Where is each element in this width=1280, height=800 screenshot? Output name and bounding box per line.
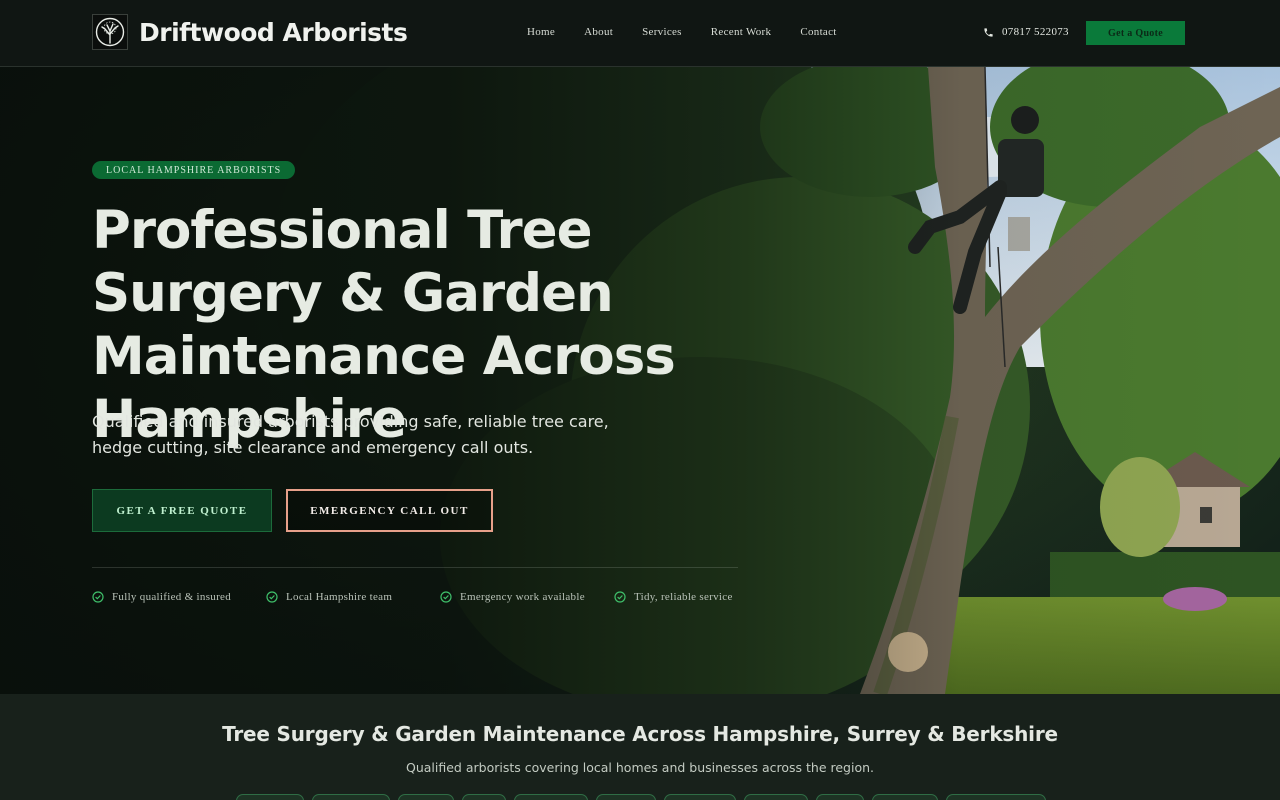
phone-icon xyxy=(984,27,993,37)
nav-about[interactable]: About xyxy=(584,26,613,38)
trust-label: Fully qualified & insured xyxy=(112,591,232,603)
hero-section: LOCAL HAMPSHIRE ARBORISTS Professional T… xyxy=(0,67,1280,694)
area-tag[interactable] xyxy=(664,794,736,800)
trust-label: Local Hampshire team xyxy=(286,591,393,603)
area-tag[interactable] xyxy=(236,794,304,800)
area-tag[interactable] xyxy=(816,794,864,800)
area-tag[interactable] xyxy=(312,794,390,800)
nav-home[interactable]: Home xyxy=(527,26,555,38)
hero-subhead: Qualified and insured arborists providin… xyxy=(92,412,609,457)
nav-contact[interactable]: Contact xyxy=(800,26,836,38)
trust-label: Tidy, reliable service xyxy=(634,591,733,603)
phone-number: 07817 522073 xyxy=(1002,26,1069,38)
nav-recent-work[interactable]: Recent Work xyxy=(711,26,772,38)
area-tag[interactable] xyxy=(596,794,656,800)
emergency-call-out-button[interactable]: EMERGENCY CALL OUT xyxy=(286,489,493,532)
trust-list: Fully qualified & insured Local Hampshir… xyxy=(92,591,764,603)
free-quote-button[interactable]: GET A FREE QUOTE xyxy=(92,489,272,532)
tree-logo-icon xyxy=(92,14,128,50)
site-header: Driftwood Arborists Home About Services … xyxy=(0,0,1280,67)
check-circle-icon xyxy=(266,591,278,603)
brand[interactable]: Driftwood Arborists xyxy=(92,14,408,50)
check-circle-icon xyxy=(92,591,104,603)
area-tag[interactable] xyxy=(514,794,588,800)
nav-services[interactable]: Services xyxy=(642,26,682,38)
area-tag[interactable] xyxy=(398,794,454,800)
get-a-quote-button[interactable]: Get a Quote xyxy=(1086,21,1185,45)
intro-section: Tree Surgery & Garden Maintenance Across… xyxy=(0,694,1280,800)
hero-divider xyxy=(92,567,738,568)
area-tag[interactable] xyxy=(946,794,1046,800)
trust-item: Emergency work available xyxy=(440,591,614,603)
service-area-tags xyxy=(236,794,1054,800)
check-circle-icon xyxy=(614,591,626,603)
trust-item: Local Hampshire team xyxy=(266,591,440,603)
area-tag[interactable] xyxy=(744,794,808,800)
area-tag[interactable] xyxy=(462,794,506,800)
intro-subtitle: Qualified arborists covering local homes… xyxy=(406,760,874,775)
area-tag[interactable] xyxy=(872,794,938,800)
brand-name: Driftwood Arborists xyxy=(139,17,408,47)
trust-label: Emergency work available xyxy=(460,591,585,603)
intro-title: Tree Surgery & Garden Maintenance Across… xyxy=(222,722,1058,746)
phone-link[interactable]: 07817 522073 xyxy=(983,26,1069,38)
trust-item: Tidy, reliable service xyxy=(614,591,764,603)
trust-item: Fully qualified & insured xyxy=(92,591,266,603)
main-nav: Home About Services Recent Work Contact xyxy=(527,26,866,38)
hero-badge: LOCAL HAMPSHIRE ARBORISTS xyxy=(92,161,296,179)
check-circle-icon xyxy=(440,591,452,603)
